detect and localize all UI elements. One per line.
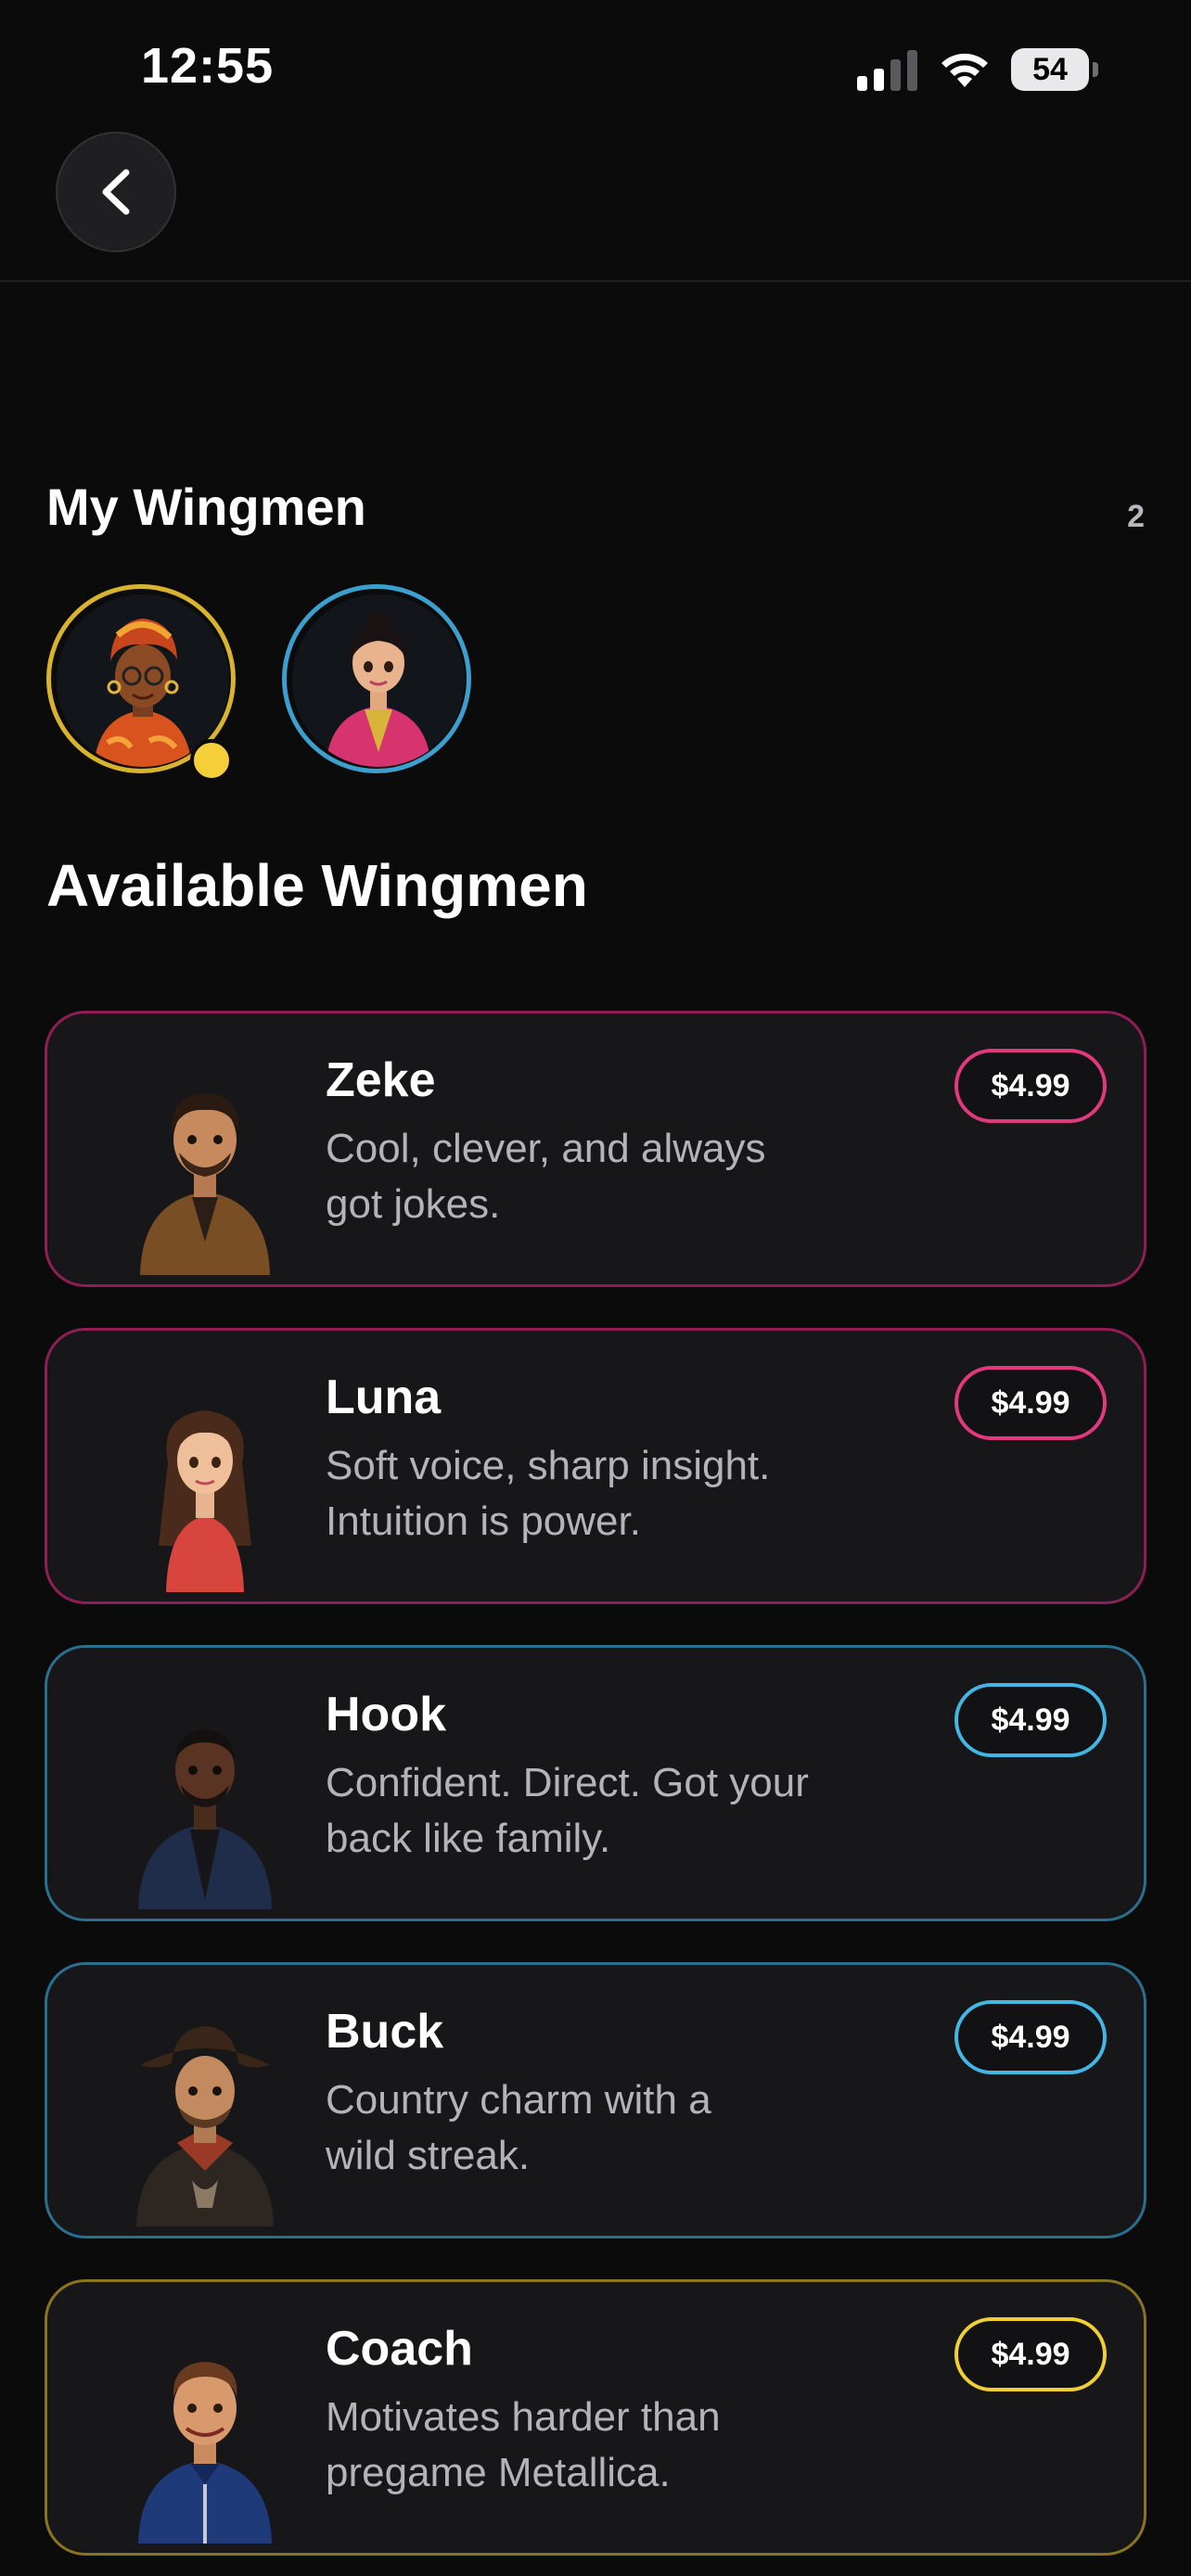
woman-pink-jacket-illustration — [292, 594, 465, 767]
wifi-icon — [941, 53, 988, 87]
online-status-dot — [190, 739, 233, 782]
description-line: Soft voice, sharp insight. — [326, 1443, 771, 1488]
battery-tip — [1093, 62, 1098, 77]
description-line: Motivates harder than — [326, 2394, 721, 2440]
wingman-name: Zeke — [326, 1053, 436, 1107]
avatar-portrait — [292, 594, 465, 767]
description-line: Intuition is power. — [326, 1498, 641, 1544]
description-line: back like family. — [326, 1816, 611, 1861]
wingman-name: Luna — [326, 1371, 442, 1424]
wingman-description: Confident. Direct. Got your back like fa… — [326, 1755, 882, 1867]
wingman-card-hook[interactable]: Hook Confident. Direct. Got your back li… — [45, 1645, 1146, 1921]
description-line: got jokes. — [326, 1181, 501, 1227]
wingman-card-luna[interactable]: Luna Soft voice, sharp insight. Intuitio… — [45, 1328, 1146, 1604]
price-button[interactable]: $4.99 — [954, 1683, 1107, 1757]
wingman-description: Motivates harder than pregame Metallica. — [326, 2390, 882, 2501]
price-button[interactable]: $4.99 — [954, 2000, 1107, 2074]
description-line: wild streak. — [326, 2133, 531, 2178]
price-button[interactable]: $4.99 — [954, 1366, 1107, 1440]
status-bar: 12:55 54 — [0, 0, 1191, 139]
chevron-left-icon — [102, 169, 130, 215]
available-wingmen-title: Available Wingmen — [46, 852, 588, 919]
buck-portrait — [136, 2026, 274, 2226]
wingman-card-zeke[interactable]: Zeke Cool, clever, and always got jokes.… — [45, 1011, 1146, 1287]
battery-icon: 54 — [1011, 48, 1100, 91]
wingman-name: Coach — [326, 2322, 473, 2376]
header-divider — [0, 280, 1191, 282]
status-time: 12:55 — [141, 38, 275, 94]
wingman-name: Buck — [326, 2005, 444, 2059]
price-button[interactable]: $4.99 — [954, 1049, 1107, 1123]
my-wingmen-title: My Wingmen — [46, 478, 366, 536]
wingman-avatar-1[interactable] — [46, 584, 236, 782]
wingman-description: Soft voice, sharp insight. Intuition is … — [326, 1438, 882, 1549]
wingman-description: Cool, clever, and always got jokes. — [326, 1121, 882, 1232]
wingman-card-coach[interactable]: Coach Motivates harder than pregame Meta… — [45, 2279, 1146, 2556]
back-button[interactable] — [56, 132, 176, 252]
price-button[interactable]: $4.99 — [954, 2317, 1107, 2391]
luna-portrait — [159, 1410, 251, 1592]
wingman-name: Hook — [326, 1688, 446, 1741]
description-line: pregame Metallica. — [326, 2450, 671, 2495]
wingman-card-buck[interactable]: Buck Country charm with a wild streak. $… — [45, 1962, 1146, 2238]
description-line: Cool, clever, and always — [326, 1126, 766, 1171]
cellular-signal-icon — [857, 50, 917, 91]
hook-portrait — [138, 1729, 272, 1909]
wingman-description: Country charm with a wild streak. — [326, 2072, 882, 2184]
battery-level: 54 — [1011, 48, 1089, 91]
zeke-portrait — [140, 1093, 270, 1275]
coach-portrait — [138, 2362, 272, 2544]
description-line: Country charm with a — [326, 2077, 711, 2123]
my-wingmen-count: 2 — [1127, 499, 1145, 534]
wingman-avatar-2[interactable] — [282, 584, 471, 773]
description-line: Confident. Direct. Got your — [326, 1760, 809, 1805]
